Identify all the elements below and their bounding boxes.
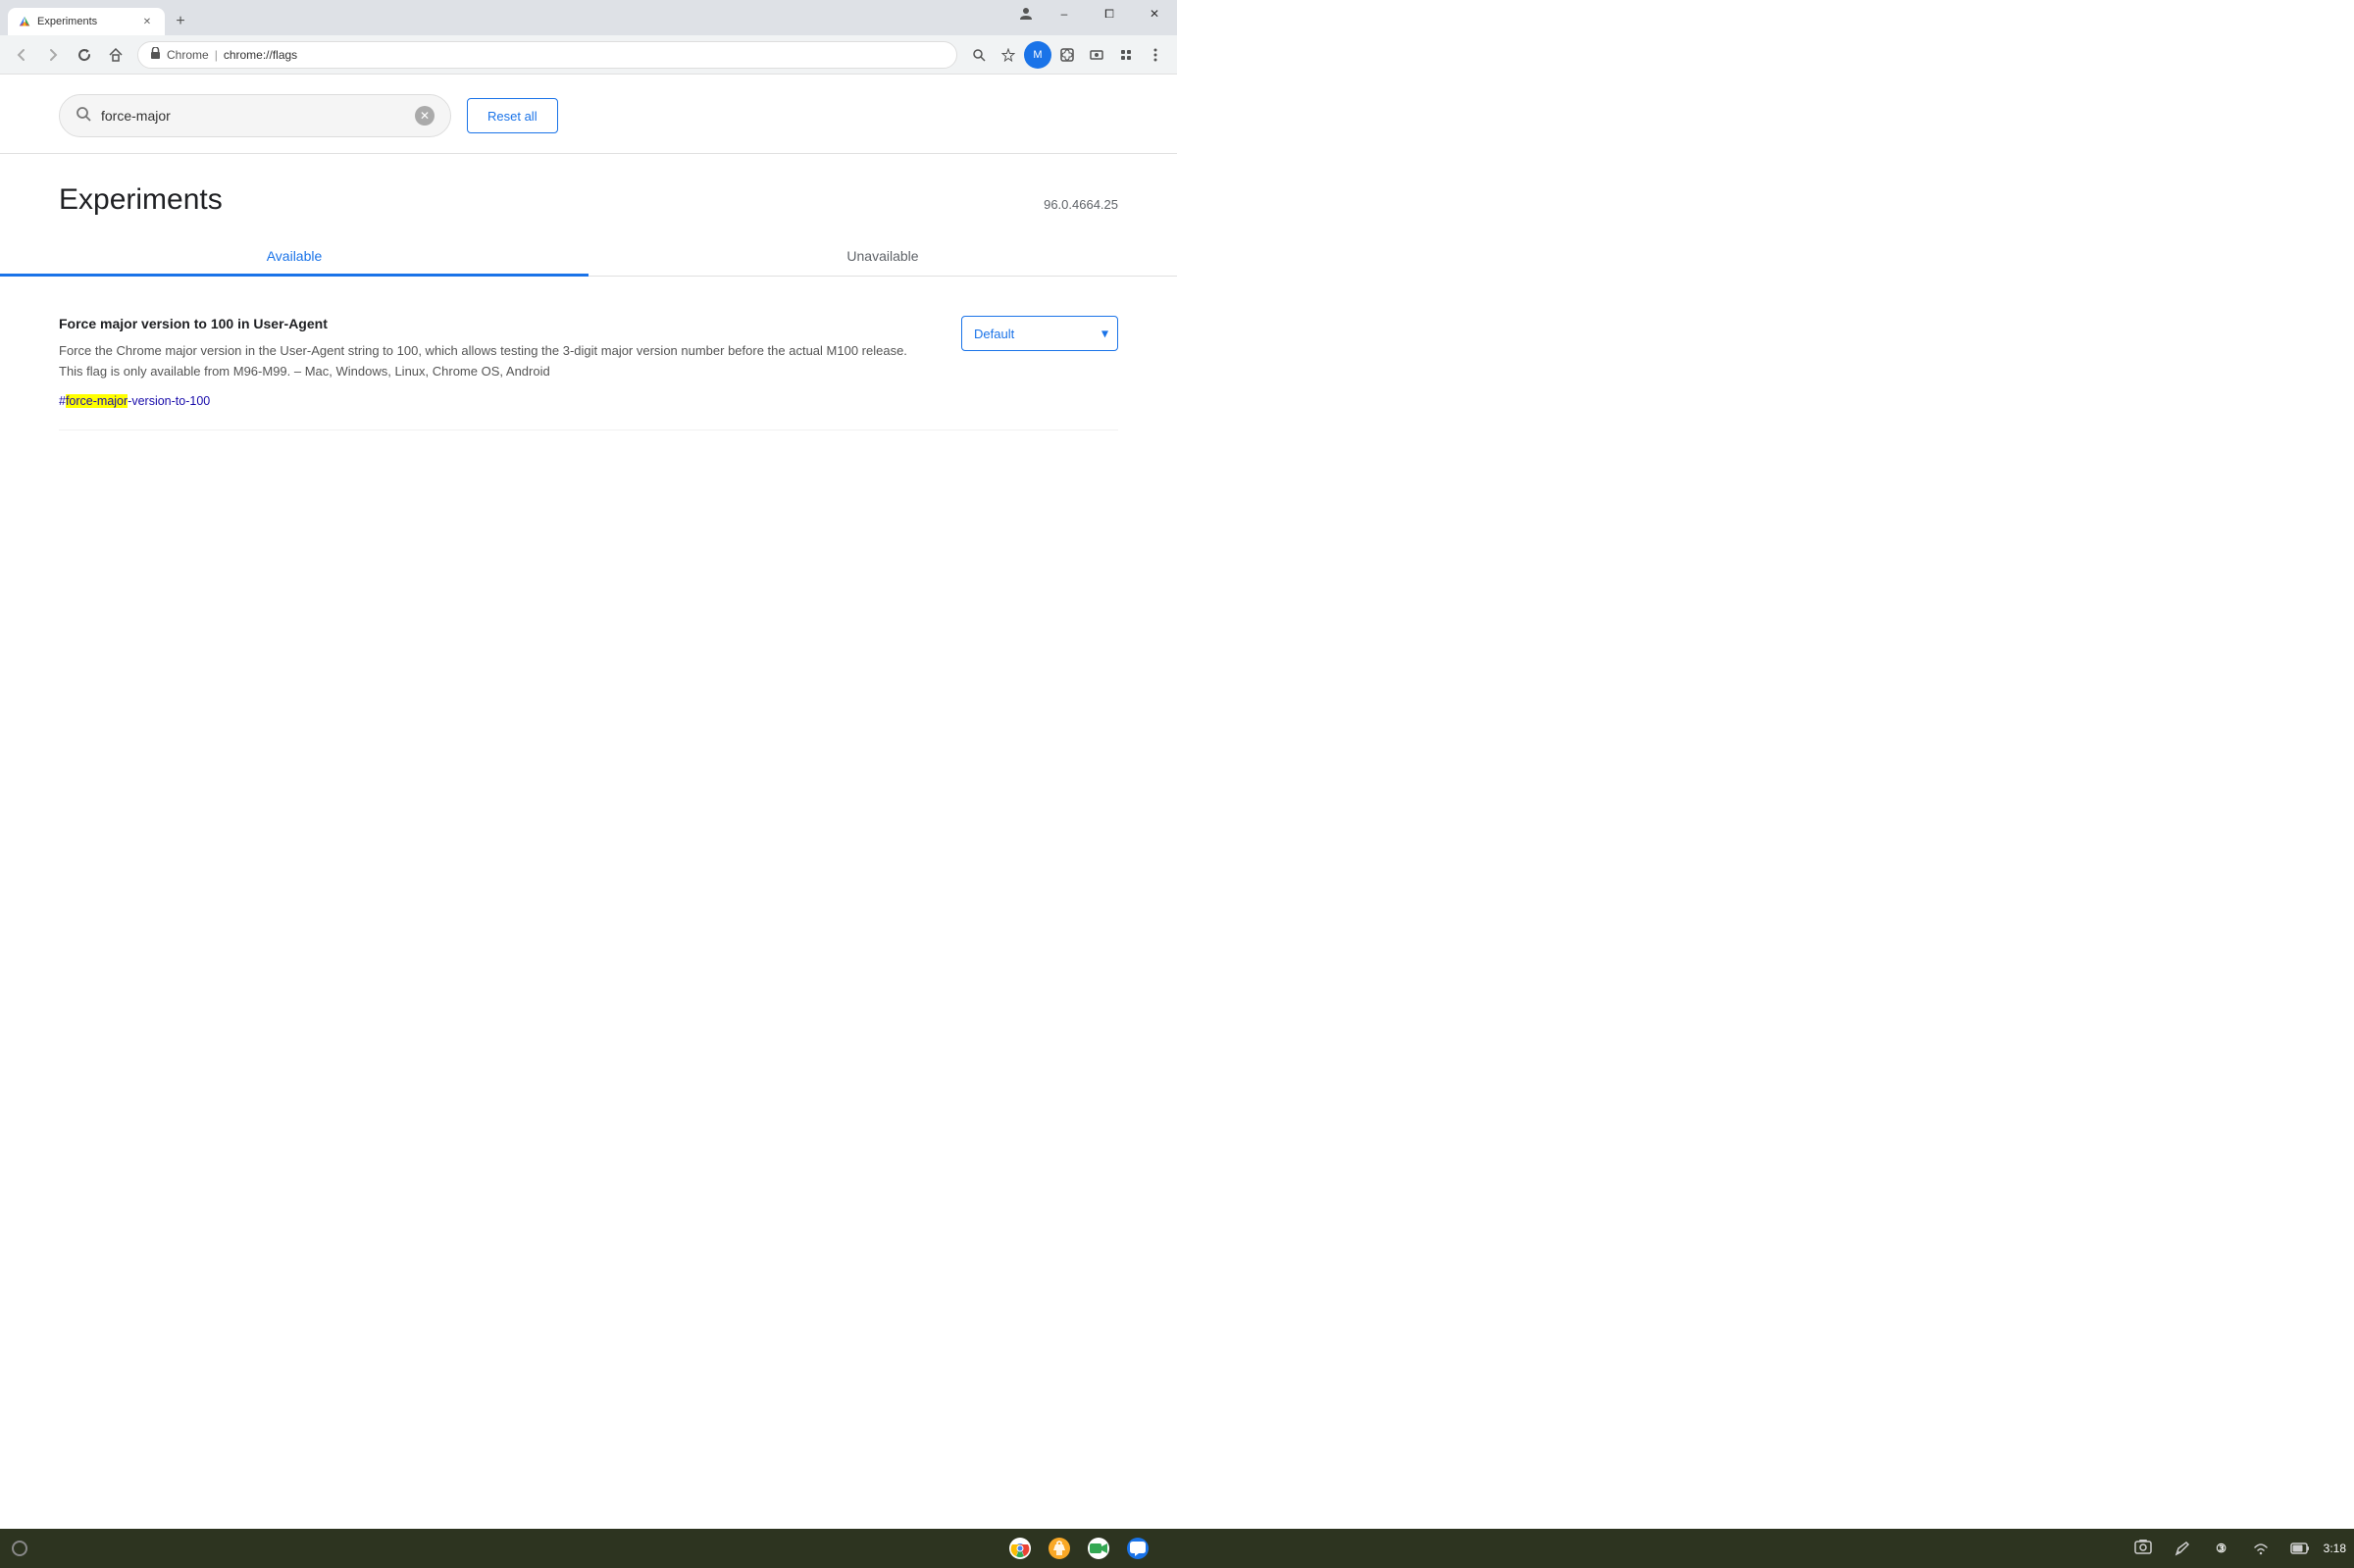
taskbar-time: 3:18 [2324,1542,2346,1555]
extension-icon [1119,48,1133,62]
search-clear-button[interactable]: ✕ [415,106,435,126]
forward-button[interactable] [39,41,67,69]
meet-app-icon [1087,1537,1110,1560]
flag-control: Default Enabled Disabled [961,316,1118,351]
back-button[interactable] [8,41,35,69]
bookmark-button[interactable] [995,41,1022,69]
chat-app-icon [1126,1537,1150,1560]
page-title: Experiments [59,183,223,217]
active-tab[interactable]: Experiments ✕ [8,8,165,35]
flags-list: Force major version to 100 in User-Agent… [0,277,1177,450]
page-content: ✕ Reset all Experiments 96.0.4664.25 Ava… [0,75,1177,744]
window-controls: – ⧠ ✕ [1010,0,1177,27]
menu-button[interactable] [1142,41,1169,69]
taskbar-chrome-icon[interactable] [1004,1533,1036,1564]
store-app-icon [1048,1537,1071,1560]
taskbar-pen-icon[interactable] [2167,1533,2198,1564]
flag-select[interactable]: Default Enabled Disabled [961,316,1118,351]
search-area: ✕ Reset all [0,75,1177,137]
more-icon [1153,48,1157,62]
flag-select-wrapper: Default Enabled Disabled [961,316,1118,351]
flag-link-prefix: # [59,394,66,408]
wifi-icon [2252,1540,2270,1557]
search-input[interactable] [101,108,405,124]
minimize-button[interactable]: – [1042,0,1087,27]
titlebar: Experiments ✕ + – ⧠ ✕ [0,0,1177,35]
refresh-icon [77,48,91,62]
tab-close-button[interactable]: ✕ [139,14,155,29]
close-button[interactable]: ✕ [1132,0,1177,27]
taskbar: ③ 3:18 [0,1529,2354,1568]
back-icon [15,48,28,62]
home-button[interactable] [102,41,129,69]
search-button[interactable] [965,41,993,69]
navbar: Chrome | chrome://flags M [0,35,1177,75]
search-box-icon [76,106,91,126]
forward-icon [46,48,60,62]
profile-avatar-button[interactable]: M [1024,41,1051,69]
tabs-bar: Available Unavailable [0,236,1177,277]
taskbar-right: ③ 3:18 [2127,1533,2346,1564]
extensions-button[interactable] [1053,41,1081,69]
chrome-origin-label: Chrome [167,48,209,62]
taskbar-center [31,1533,2127,1564]
flag-link-suffix: -version-to-100 [128,394,210,408]
nav-actions: M [965,41,1169,69]
flag-description: Force the Chrome major version in the Us… [59,341,922,382]
flag-link-highlight: force-major [66,394,128,408]
address-separator: | [215,48,218,62]
search-icon [972,48,986,62]
profile-icon [1018,6,1034,22]
flag-title: Force major version to 100 in User-Agent [59,316,922,331]
star-icon [1001,48,1015,62]
tab-available[interactable]: Available [0,236,588,276]
cast-icon [1090,48,1103,62]
lock-icon [150,47,161,60]
flag-anchor-link[interactable]: #force-major-version-to-100 [59,394,210,408]
address-bar[interactable]: Chrome | chrome://flags [137,41,957,69]
cast-button[interactable] [1083,41,1110,69]
screenshot-icon [2133,1539,2153,1558]
taskbar-wifi-icon[interactable] [2245,1533,2277,1564]
taskbar-meet-icon[interactable] [1083,1533,1114,1564]
maximize-button[interactable]: ⧠ [1087,0,1132,27]
taskbar-status-number[interactable]: ③ [2206,1533,2237,1564]
pen-icon [2174,1540,2191,1557]
new-tab-button[interactable]: + [169,10,192,33]
extension-extra-button[interactable] [1112,41,1140,69]
chrome-app-icon [1008,1537,1032,1560]
tab-strip: Experiments ✕ + [0,0,192,35]
search-magnify-icon [76,106,91,122]
taskbar-chat-icon[interactable] [1122,1533,1153,1564]
status-badge: ③ [2216,1542,2226,1555]
profile-button[interactable] [1010,0,1042,27]
taskbar-battery-icon[interactable] [2284,1533,2316,1564]
refresh-button[interactable] [71,41,98,69]
url-display: chrome://flags [224,48,297,62]
puzzle-icon [1060,48,1074,62]
flag-item: Force major version to 100 in User-Agent… [59,296,1118,430]
tab-favicon [18,15,31,28]
reset-all-button[interactable]: Reset all [467,98,558,133]
page-header: Experiments 96.0.4664.25 [0,154,1177,227]
battery-icon [2290,1542,2310,1555]
tab-unavailable[interactable]: Unavailable [588,236,1177,276]
home-icon [109,48,123,62]
version-text: 96.0.4664.25 [1044,197,1118,212]
security-icon [150,47,161,63]
tab-title: Experiments [37,16,135,27]
taskbar-circle-indicator[interactable] [8,1537,31,1560]
flag-info: Force major version to 100 in User-Agent… [59,316,961,410]
search-box: ✕ [59,94,451,137]
taskbar-screenshot-icon[interactable] [2127,1533,2159,1564]
taskbar-store-icon[interactable] [1044,1533,1075,1564]
taskbar-left [8,1537,31,1560]
indicator-icon [11,1540,28,1557]
